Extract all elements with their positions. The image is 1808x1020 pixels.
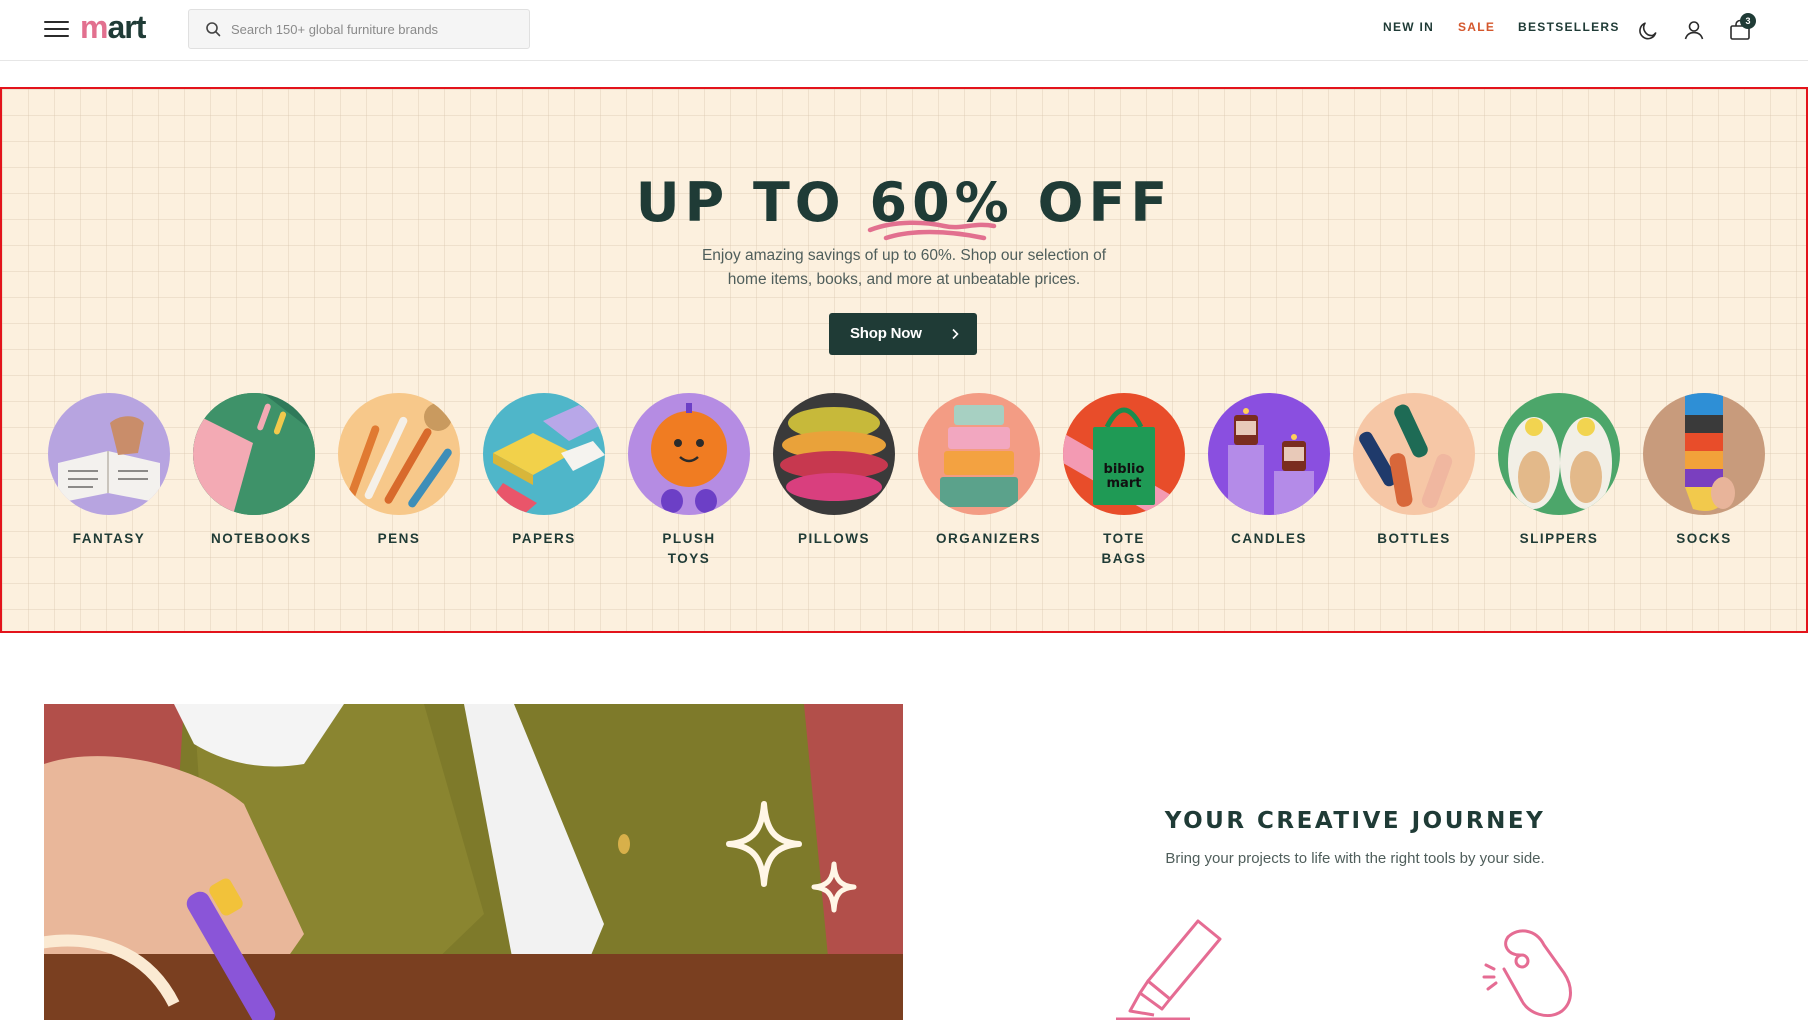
category-label: ORGANIZERS — [936, 531, 1042, 546]
logo[interactable]: mart — [80, 6, 146, 48]
svg-text:biblio: biblio — [1104, 462, 1145, 477]
socks-image — [1643, 393, 1765, 515]
shop-now-button[interactable]: Shop Now — [829, 313, 977, 355]
nav-bestsellers[interactable]: BESTSELLERS — [1518, 20, 1620, 34]
category-label: PILLOWS — [798, 531, 870, 546]
hero-title-post: OFF — [1013, 171, 1173, 234]
category-fantasy[interactable]: FANTASY — [44, 393, 174, 549]
cart-count-badge: 3 — [1740, 13, 1756, 29]
nav-new-in[interactable]: NEW IN — [1383, 20, 1434, 34]
pens-image — [338, 393, 460, 515]
slippers-image — [1498, 393, 1620, 515]
logo-text: art — [107, 9, 146, 45]
category-label: PAPERS — [512, 531, 576, 546]
journey-title: YOUR CREATIVE JOURNEY — [1164, 808, 1546, 834]
hero-description: Enjoy amazing savings of up to 60%. Shop… — [701, 247, 1107, 288]
category-pillows[interactable]: PILLOWS — [769, 393, 899, 549]
hero-title-pre: UP TO — [635, 171, 870, 234]
papers-image — [483, 393, 605, 515]
tote-bags-image: biblio mart — [1063, 393, 1185, 515]
category-plush-toys[interactable]: PLUSH TOYS — [624, 393, 754, 569]
bottles-image — [1353, 393, 1475, 515]
category-label: BOTTLES — [1377, 531, 1451, 546]
chevron-right-icon — [952, 328, 959, 340]
notebooks-image — [193, 393, 315, 515]
category-label: SLIPPERS — [1519, 531, 1599, 546]
logo-m: m — [80, 9, 108, 45]
category-notebooks[interactable]: NOTEBOOKS — [189, 393, 319, 549]
candles-image — [1208, 393, 1330, 515]
category-socks[interactable]: SOCKS — [1639, 393, 1769, 549]
creative-promo-image — [44, 704, 903, 1020]
underline-swoosh-icon — [867, 220, 996, 241]
category-candles[interactable]: CANDLES — [1204, 393, 1334, 549]
search-bar — [188, 9, 530, 49]
category-organizers[interactable]: ORGANIZERS — [914, 393, 1044, 549]
category-label: SOCKS — [1676, 531, 1732, 546]
menu-icon[interactable] — [44, 20, 69, 38]
plush-toys-image — [628, 393, 750, 515]
category-label: FANTASY — [72, 531, 146, 546]
pillows-image — [773, 393, 895, 515]
category-label: CANDLES — [1231, 531, 1307, 546]
user-icon[interactable] — [1682, 18, 1706, 42]
search-icon — [206, 22, 221, 37]
category-list: FANTASY NOTEBOOKS PENS PAPERS PLUSH TOYS… — [44, 393, 1765, 566]
category-pens[interactable]: PENS — [334, 393, 464, 549]
category-slippers[interactable]: SLIPPERS — [1494, 393, 1624, 549]
svg-text:mart: mart — [1107, 476, 1142, 491]
hero-title-highlight: 60% — [867, 171, 1014, 241]
hand-sparkle-icon — [1482, 929, 1572, 1017]
hero-title: UP TO 60% OFF — [2, 171, 1806, 241]
category-papers[interactable]: PAPERS — [479, 393, 609, 549]
moon-icon[interactable] — [1636, 18, 1660, 42]
shop-now-label: Shop Now — [850, 325, 922, 342]
category-tote-bags[interactable]: biblio mart TOTE BAGS — [1059, 393, 1189, 569]
category-label: NOTEBOOKS — [211, 531, 312, 546]
journey-subtitle: Bring your projects to life with the rig… — [1165, 850, 1545, 867]
highlighter-icon — [1116, 919, 1222, 1020]
category-label: PENS — [377, 531, 421, 546]
nav-sale[interactable]: SALE — [1458, 20, 1495, 34]
category-label: PLUSH TOYS — [662, 531, 716, 566]
fantasy-image — [48, 393, 170, 515]
sale-hero-banner: UP TO 60% OFF Enjoy amazing savings of u… — [0, 87, 1808, 633]
search-input[interactable] — [231, 10, 521, 48]
organizers-image — [918, 393, 1040, 515]
category-bottles[interactable]: BOTTLES — [1349, 393, 1479, 549]
category-label: TOTE BAGS — [1101, 531, 1147, 566]
site-header: mart NEW IN SALE BESTSELLERS 3 — [0, 0, 1808, 61]
